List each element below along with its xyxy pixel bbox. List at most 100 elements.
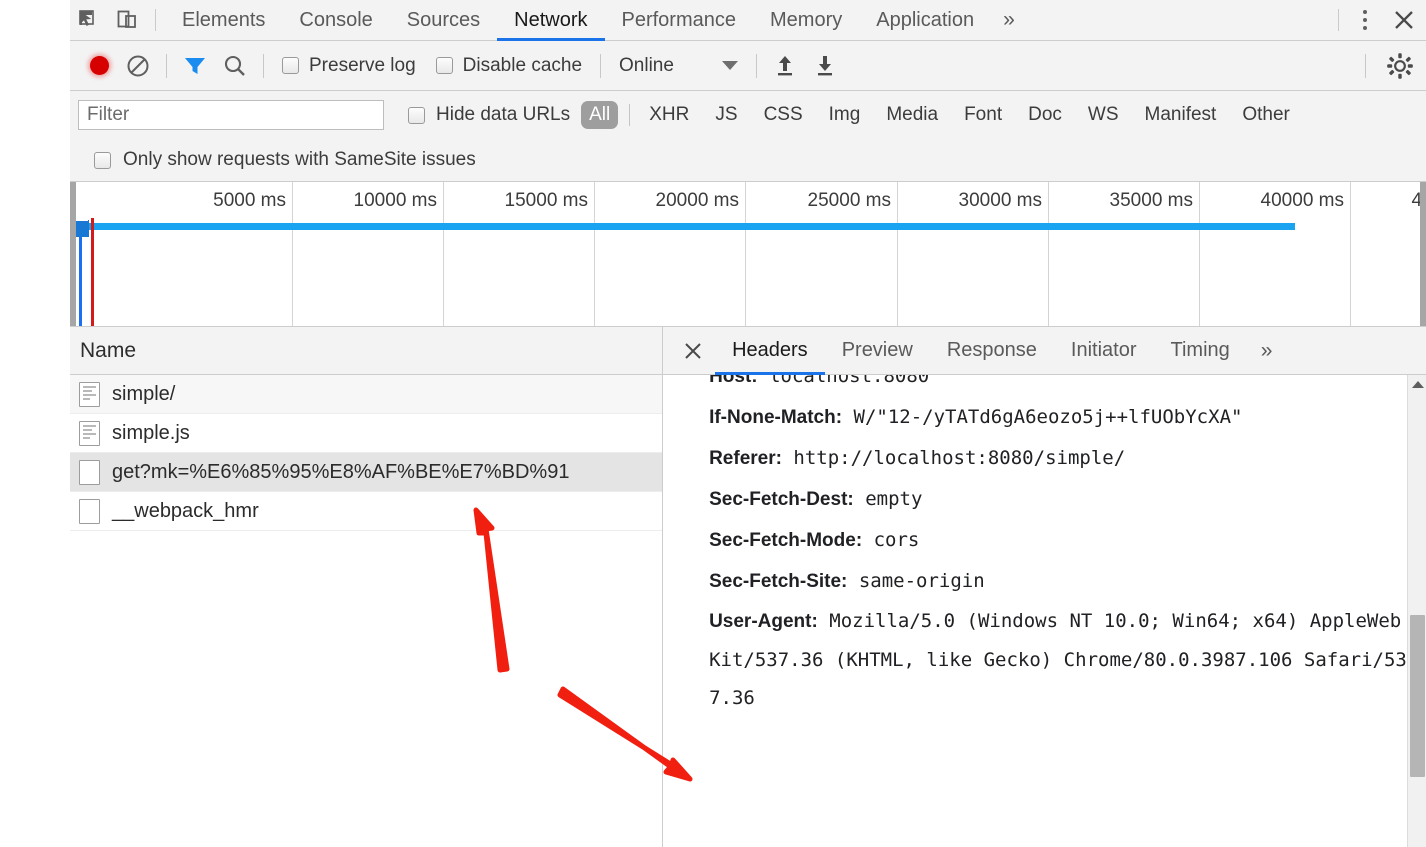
overview-tick-label: 40000 ms [1260, 190, 1344, 211]
network-toolbar-divider-4 [755, 53, 757, 78]
tab-initiator[interactable]: Initiator [1054, 327, 1154, 375]
more-detail-tabs-icon[interactable]: » [1247, 339, 1287, 363]
tab-response-label: Response [946, 339, 1037, 361]
tab-console[interactable]: Console [282, 0, 389, 41]
page-left-gutter [0, 0, 70, 847]
requests-column-header[interactable]: Name [70, 327, 663, 375]
network-toolbar-right [1357, 46, 1426, 86]
type-filter-ws[interactable]: WS [1080, 101, 1127, 129]
close-detail-pane-icon[interactable] [671, 329, 715, 373]
overview-right-edge [1420, 182, 1426, 326]
clear-button[interactable] [118, 46, 158, 86]
chevron-down-icon [721, 61, 738, 70]
samesite-checkbox-box[interactable] [94, 151, 111, 169]
tab-preview[interactable]: Preview [825, 327, 930, 375]
overview-request-band [77, 223, 1295, 230]
tab-preview-label: Preview [841, 339, 913, 361]
import-har-button[interactable] [765, 46, 805, 86]
overview-tick-label: 30000 ms [958, 190, 1042, 211]
tab-memory[interactable]: Memory [753, 0, 859, 41]
network-toolbar-divider-2 [263, 53, 264, 78]
throttling-select[interactable]: Online [609, 55, 748, 77]
tab-memory-label: Memory [770, 8, 843, 31]
more-detail-tabs-glyph: » [1260, 338, 1273, 362]
scroll-up-arrow-icon[interactable] [1408, 375, 1426, 394]
tab-elements[interactable]: Elements [165, 0, 282, 41]
type-filter-css[interactable]: CSS [756, 101, 811, 129]
tab-headers[interactable]: Headers [715, 327, 825, 375]
more-tabs-icon[interactable]: » [991, 0, 1027, 41]
header-name: Referer: [709, 448, 782, 469]
filter-input[interactable] [78, 100, 384, 130]
type-filter-img[interactable]: Img [821, 101, 869, 129]
header-name: If-None-Match: [709, 407, 843, 428]
overview-tick: 15000 ms [505, 182, 595, 326]
tab-response[interactable]: Response [930, 327, 1054, 375]
disable-cache-label: Disable cache [462, 54, 583, 76]
tab-sources[interactable]: Sources [390, 0, 497, 41]
overview-tick: 10000 ms [354, 182, 444, 326]
tab-network-label: Network [514, 8, 588, 31]
settings-button[interactable] [1374, 46, 1426, 86]
headers-content[interactable]: Host: localhost:8080 If-None-Match: W/"1… [663, 375, 1426, 847]
request-name: simple.js [112, 421, 190, 444]
detail-vertical-scrollbar[interactable] [1407, 375, 1426, 847]
upload-icon [777, 55, 792, 75]
record-button[interactable] [80, 47, 118, 85]
filter-button[interactable] [175, 46, 215, 86]
file-icon [79, 498, 100, 524]
overview-tick-label: 35000 ms [1109, 190, 1193, 211]
kebab-menu-icon[interactable] [1348, 1, 1382, 39]
hide-data-urls-checkbox[interactable]: Hide data URLs [408, 104, 570, 126]
header-name: Sec-Fetch-Mode: [709, 530, 863, 551]
tab-timing[interactable]: Timing [1153, 327, 1246, 375]
tab-timing-label: Timing [1170, 339, 1230, 361]
table-row[interactable]: simple.js [70, 414, 663, 453]
preserve-log-checkbox[interactable]: Preserve log [272, 55, 426, 77]
header-row-host: Host: localhost:8080 [709, 375, 1408, 397]
column-header-name: Name [80, 338, 137, 362]
table-row[interactable]: simple/ [70, 375, 663, 414]
overview-tick: 30000 ms [959, 182, 1049, 326]
resource-type-filters: All XHR JS CSS Img Media Font Doc WS Man… [576, 101, 1303, 129]
hide-data-urls-checkbox-box[interactable] [408, 106, 425, 124]
export-har-button[interactable] [805, 46, 845, 86]
type-filter-all[interactable]: All [581, 101, 619, 129]
type-filter-other[interactable]: Other [1234, 101, 1298, 129]
type-filter-xhr[interactable]: XHR [641, 101, 697, 129]
table-row[interactable]: __webpack_hmr [70, 492, 663, 531]
type-filter-doc[interactable]: Doc [1020, 101, 1070, 129]
tab-elements-label: Elements [182, 8, 266, 31]
network-overview-timeline[interactable]: 5000 ms 10000 ms 15000 ms 20000 ms 25000… [70, 182, 1426, 327]
devtools-root: Elements Console Sources Network Perform… [70, 0, 1426, 847]
table-row[interactable]: get?mk=%E6%85%95%E8%AF%BE%E7%BD%91 [70, 453, 663, 492]
tab-headers-label: Headers [732, 339, 808, 361]
close-devtools-icon[interactable] [1382, 1, 1426, 39]
preserve-log-checkbox-box[interactable] [282, 57, 299, 74]
tab-network[interactable]: Network [497, 0, 605, 41]
hide-data-urls-label: Hide data URLs [436, 104, 571, 125]
requests-list[interactable]: simple/ simple.js get?mk=%E6%85%95%E8%AF… [70, 375, 663, 847]
type-filter-font[interactable]: Font [956, 101, 1010, 129]
header-name: User-Agent: [709, 611, 818, 632]
disable-cache-checkbox-box[interactable] [435, 57, 453, 74]
samesite-checkbox[interactable]: Only show requests with SameSite issues [94, 149, 476, 171]
record-icon [89, 56, 109, 75]
download-icon [817, 55, 832, 75]
scrollbar-thumb[interactable] [1410, 615, 1425, 777]
more-tabs-glyph: » [1003, 8, 1015, 31]
overview-tick: 40000 ms [1261, 182, 1351, 326]
type-filter-manifest[interactable]: Manifest [1137, 101, 1225, 129]
header-value: localhost:8080 [769, 375, 930, 387]
search-button[interactable] [215, 46, 255, 86]
inspect-element-icon[interactable] [70, 1, 108, 39]
device-toolbar-icon[interactable] [108, 1, 146, 39]
devtools-window: Elements Console Sources Network Perform… [0, 0, 1426, 847]
tab-application[interactable]: Application [859, 0, 991, 41]
tab-performance[interactable]: Performance [605, 0, 754, 41]
disable-cache-checkbox[interactable]: Disable cache [426, 55, 592, 77]
type-filter-js[interactable]: JS [707, 101, 745, 129]
type-filter-media[interactable]: Media [878, 101, 946, 129]
main-tab-bar: Elements Console Sources Network Perform… [70, 0, 1426, 41]
tab-console-label: Console [299, 8, 373, 31]
